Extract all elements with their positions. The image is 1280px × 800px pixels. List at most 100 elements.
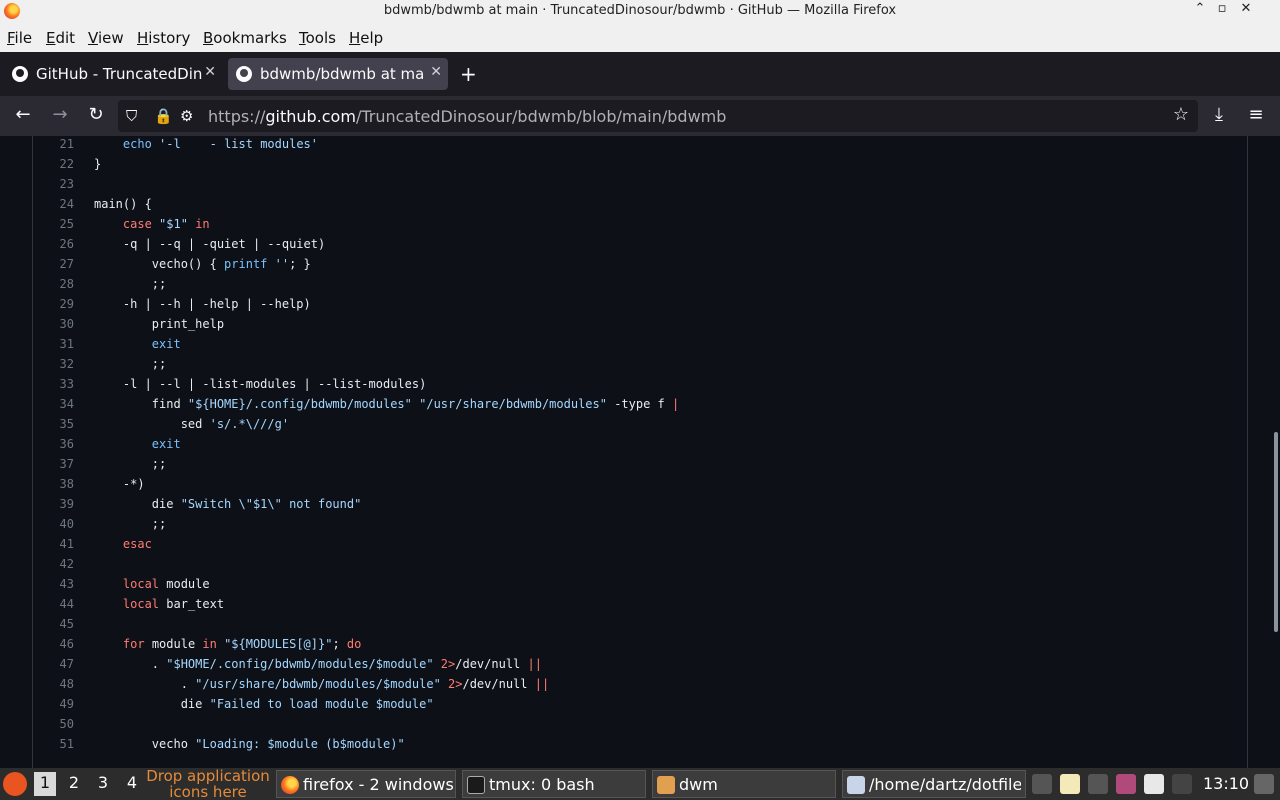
code-text: sed 's/.*\///g' (94, 417, 290, 431)
line-number[interactable]: 33 (33, 374, 74, 394)
firefox-icon (281, 776, 299, 794)
code-text: . "/usr/share/bdwmb/modules/$module" 2>/… (94, 677, 550, 691)
workspace-3[interactable]: 3 (92, 773, 114, 792)
code-text: ;; (94, 277, 167, 291)
close-window-button[interactable]: ✕ (1236, 1, 1256, 16)
tray-screenshot-icon[interactable] (1116, 774, 1136, 794)
terminal-icon (467, 776, 485, 794)
menu-help[interactable]: Help (349, 29, 383, 47)
code-text: for module in "${MODULES[@]}"; do (122, 637, 362, 651)
code-view: 21 echo '-l - list modules' 22} 23 24 main()… (32, 136, 1248, 768)
task-label: /home/dartz/dotfiles (869, 775, 1021, 794)
line-number[interactable]: 34 (33, 394, 74, 414)
url-bar[interactable]: ⛉ 🔒 ⚙ https://github.com/TruncatedDinoso… (118, 100, 1198, 132)
menu-history[interactable]: History (137, 29, 190, 47)
line-number[interactable]: 48 (33, 674, 74, 694)
shield-icon[interactable]: ⛉ (126, 107, 137, 125)
task-label: dwm (679, 775, 718, 794)
lock-icon[interactable]: 🔒 (154, 107, 173, 125)
task-firefox[interactable]: firefox - 2 windows (276, 770, 456, 798)
page-content: 21 echo '-l - list modules' 22} 23 24 main()… (0, 136, 1280, 768)
back-button[interactable]: ← (11, 106, 35, 124)
line-number[interactable]: 28 (33, 274, 74, 294)
window-titlebar: bdwmb/bdwmb at main · TruncatedDinosour/… (0, 0, 1280, 22)
line-number[interactable]: 22 (33, 154, 74, 174)
workspace-4[interactable]: 4 (121, 773, 143, 792)
line-number[interactable]: 44 (33, 594, 74, 614)
tray-user-icon[interactable] (1254, 774, 1274, 794)
line-number[interactable]: 31 (33, 334, 74, 354)
line-number[interactable]: 21 (33, 136, 74, 154)
tray-notes-icon[interactable] (1144, 774, 1164, 794)
line-number[interactable]: 45 (33, 614, 74, 634)
new-tab-button[interactable]: + (460, 62, 477, 86)
line-number[interactable]: 36 (33, 434, 74, 454)
line-number[interactable]: 27 (33, 254, 74, 274)
bookmark-star-icon[interactable]: ☆ (1169, 106, 1193, 124)
line-number[interactable]: 35 (33, 414, 74, 434)
workspace-2[interactable]: 2 (63, 773, 85, 792)
line-number[interactable]: 49 (33, 694, 74, 714)
line-number[interactable]: 30 (33, 314, 74, 334)
line-number[interactable]: 43 (33, 574, 74, 594)
reload-button[interactable]: ↻ (84, 106, 108, 124)
code-text: die "Switch \"$1\" not found" (94, 497, 362, 511)
task-tmux[interactable]: tmux: 0 bash (462, 770, 646, 798)
line-number[interactable]: 25 (33, 214, 74, 234)
tray-bluetooth-icon[interactable] (1088, 774, 1108, 794)
close-tab-icon[interactable]: ✕ (430, 64, 442, 80)
line-number[interactable]: 42 (33, 554, 74, 574)
menu-tools[interactable]: Tools (299, 29, 336, 47)
code-text: vecho "Loading: $module (b$module)" (94, 737, 405, 751)
downloads-icon[interactable]: ⤓ (1207, 106, 1231, 124)
taskbar: 1 2 3 4 Drop application icons here fire… (0, 768, 1280, 800)
forward-button[interactable]: → (48, 106, 72, 124)
line-number[interactable]: 47 (33, 654, 74, 674)
clock: 13:10 (1203, 774, 1250, 793)
permissions-icon[interactable]: ⚙ (180, 107, 193, 125)
line-number[interactable]: 23 (33, 174, 74, 194)
app-launcher-icon[interactable] (3, 772, 27, 796)
tray-clipboard-icon[interactable] (1060, 774, 1080, 794)
line-number[interactable]: 29 (33, 294, 74, 314)
line-number[interactable]: 39 (33, 494, 74, 514)
task-dwm[interactable]: dwm (652, 770, 836, 798)
code-text: -q | --q | -quiet | --quiet) (94, 237, 326, 251)
launcher-drop-area[interactable]: Drop application icons here (144, 768, 272, 800)
code-text: local module (122, 577, 210, 591)
tab-bdwmb-file[interactable]: bdwmb/bdwmb at main ✕ (228, 58, 448, 90)
line-number[interactable]: 40 (33, 514, 74, 534)
code-text: } (94, 157, 102, 171)
close-tab-icon[interactable]: ✕ (204, 64, 216, 80)
task-label: firefox - 2 windows (303, 775, 454, 794)
url-text[interactable]: https://github.com/TruncatedDinosour/bdw… (208, 107, 726, 126)
maximize-button[interactable]: ▫ (1212, 1, 1232, 16)
tray-network-icon[interactable] (1032, 774, 1052, 794)
code-text: -h | --h | -help | --help) (94, 297, 311, 311)
tab-strip: GitHub - TruncatedDinosour/bdwmb ✕ bdwmb… (0, 52, 1280, 96)
line-number[interactable]: 37 (33, 454, 74, 474)
line-number[interactable]: 50 (33, 714, 74, 734)
line-number[interactable]: 41 (33, 534, 74, 554)
code-text: ;; (94, 457, 167, 471)
line-number[interactable]: 51 (33, 734, 74, 754)
code-text: -l | --l | -list-modules | --list-module… (94, 377, 427, 391)
minimize-button[interactable]: ⌃ (1190, 1, 1210, 16)
menu-view[interactable]: View (88, 29, 124, 47)
scrollbar[interactable] (1274, 432, 1278, 632)
menu-edit[interactable]: Edit (46, 29, 75, 47)
menu-file[interactable]: File (7, 29, 32, 47)
tab-github-repo[interactable]: GitHub - TruncatedDinosour/bdwmb ✕ (4, 58, 222, 90)
task-editor[interactable]: /home/dartz/dotfiles (842, 770, 1026, 798)
menu-bookmarks[interactable]: Bookmarks (203, 29, 287, 47)
github-icon (12, 66, 28, 82)
line-number[interactable]: 24 (33, 194, 74, 214)
app-menu-icon[interactable]: ≡ (1244, 106, 1268, 124)
line-number[interactable]: 26 (33, 234, 74, 254)
tray-volume-icon[interactable] (1172, 774, 1192, 794)
line-number[interactable]: 32 (33, 354, 74, 374)
line-number[interactable]: 38 (33, 474, 74, 494)
workspace-1[interactable]: 1 (34, 772, 56, 796)
code-text: main() { (94, 197, 152, 211)
line-number[interactable]: 46 (33, 634, 74, 654)
